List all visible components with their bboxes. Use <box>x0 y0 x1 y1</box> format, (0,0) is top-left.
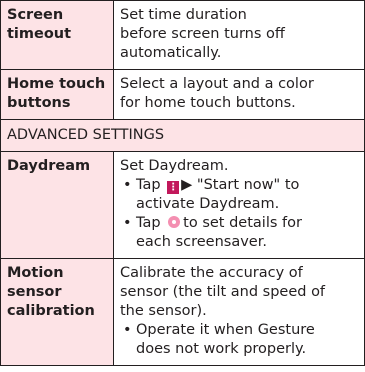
description-line: Set Daydream. <box>120 158 229 174</box>
description-line: Select a layout and a color <box>120 76 314 92</box>
bullet-list: • Tap ⋮ ▶ "Start now" to activate Daydrea… <box>120 176 358 252</box>
bullet-dot: • <box>123 177 132 193</box>
bullet-text: Tap <box>136 177 161 193</box>
description-line: Calibrate the accuracy of <box>120 265 303 281</box>
section-header-advanced-settings: ADVANCED SETTINGS <box>0 119 365 152</box>
bullet-text: Tap <box>136 215 161 231</box>
setting-description: Set Daydream. • Tap ⋮ ▶ "Start now" to ac… <box>113 151 365 259</box>
setting-name-line: calibration <box>7 303 95 319</box>
table-row: Motion sensor calibration Calibrate the … <box>0 258 365 366</box>
setting-name-screen-timeout: Screen timeout <box>0 0 114 70</box>
setting-name-line: Screen <box>7 7 64 23</box>
description-line: the sensor). <box>120 303 207 319</box>
description-line: automatically. <box>120 45 222 61</box>
setting-name-motion-sensor-calibration: Motion sensor calibration <box>0 258 114 366</box>
table-row: Home touch buttons Select a layout and a… <box>0 69 365 120</box>
bullet-line: Tap to set details for <box>136 214 358 233</box>
description-line: before screen turns off <box>120 26 285 42</box>
table-row: Daydream Set Daydream. • Tap ⋮ ▶ "Start n… <box>0 151 365 259</box>
bullet-item: • Tap ⋮ ▶ "Start now" to activate Daydrea… <box>120 176 358 214</box>
bullet-text: "Start now" to <box>196 177 300 193</box>
description-line: for home touch buttons. <box>120 95 296 111</box>
bullet-item: • Tap to set details for each screensave… <box>120 214 358 252</box>
setting-name-line: sensor <box>7 284 62 300</box>
arrow-icon: ▶ <box>181 177 193 193</box>
setting-name-home-touch-buttons: Home touch buttons <box>0 69 114 120</box>
setting-name-daydream: Daydream <box>0 151 114 259</box>
table-row: Screen timeout Set time duration before … <box>0 0 365 70</box>
setting-description: Select a layout and a color for home tou… <box>113 69 365 120</box>
description-line: sensor (the tilt and speed of <box>120 284 326 300</box>
setting-name-line: Daydream <box>7 158 91 174</box>
bullet-line: does not work properly. <box>136 341 307 357</box>
settings-table: Screen timeout Set time duration before … <box>0 0 365 366</box>
setting-description: Set time duration before screen turns of… <box>113 0 365 70</box>
bullet-line: activate Daydream. <box>136 196 280 212</box>
bullet-dot: • <box>123 322 132 338</box>
menu-icon: ⋮ <box>167 181 180 194</box>
settings-icon <box>168 216 181 228</box>
bullet-line: each screensaver. <box>136 234 267 250</box>
section-row: ADVANCED SETTINGS <box>0 119 365 152</box>
setting-name-line: buttons <box>7 95 71 111</box>
bullet-line: Tap ⋮ ▶ "Start now" to <box>136 176 358 195</box>
bullet-item: • Operate it when Gesture does not work … <box>120 321 358 359</box>
description-line: Set time duration <box>120 7 247 23</box>
setting-name-line: Home touch <box>7 76 106 92</box>
bullet-line: Operate it when Gesture <box>136 322 315 338</box>
setting-name-line: Motion <box>7 265 64 281</box>
bullet-text: to set details for <box>183 215 302 231</box>
bullet-list: • Operate it when Gesture does not work … <box>120 321 358 359</box>
setting-name-line: timeout <box>7 26 72 42</box>
setting-description: Calibrate the accuracy of sensor (the ti… <box>113 258 365 366</box>
bullet-dot: • <box>123 215 132 231</box>
